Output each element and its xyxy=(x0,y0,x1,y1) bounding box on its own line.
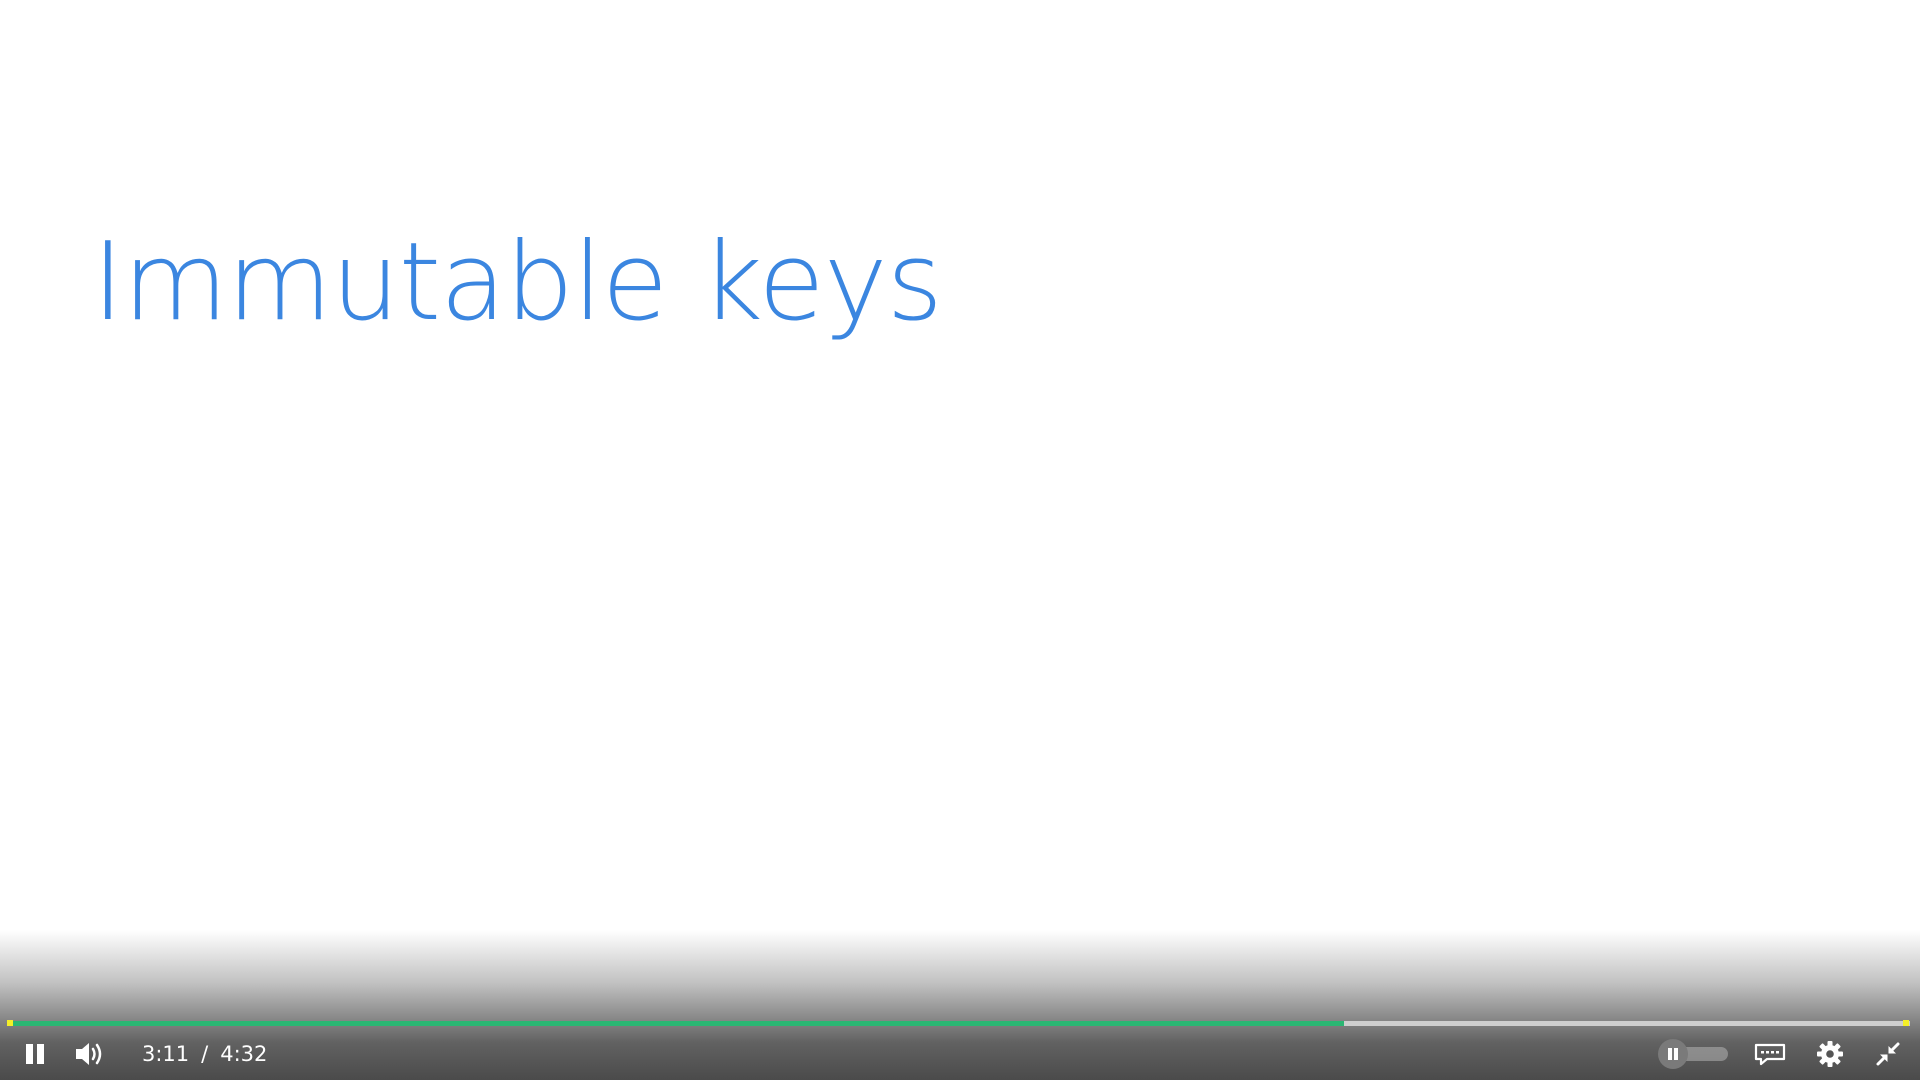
exit-fullscreen-icon xyxy=(1876,1042,1900,1066)
exit-fullscreen-button[interactable] xyxy=(1868,1032,1908,1076)
video-frame[interactable]: Immutable keys xyxy=(0,0,1920,1080)
settings-button[interactable] xyxy=(1810,1032,1850,1076)
control-bar: 3:11 / 4:32 xyxy=(0,1032,1920,1076)
current-time: 3:11 xyxy=(142,1042,190,1066)
progress-fill xyxy=(10,1021,1344,1026)
pause-icon xyxy=(1668,1048,1678,1060)
time-separator: / xyxy=(201,1042,209,1066)
captions-button[interactable] xyxy=(1750,1032,1790,1076)
progress-bar[interactable] xyxy=(10,1021,1910,1026)
duration: 4:32 xyxy=(220,1042,268,1066)
volume-button[interactable] xyxy=(70,1032,110,1076)
captions-icon xyxy=(1754,1043,1786,1066)
pause-icon xyxy=(26,1044,44,1064)
progress-end-marker xyxy=(1903,1020,1909,1026)
play-pause-button[interactable] xyxy=(16,1032,54,1076)
gear-icon xyxy=(1817,1041,1843,1067)
slide-title: Immutable keys xyxy=(92,220,943,345)
autoplay-toggle-knob xyxy=(1658,1039,1688,1069)
video-player[interactable]: Immutable keys 3:11 / 4:32 xyxy=(0,0,1920,1080)
time-display: 3:11 / 4:32 xyxy=(142,1032,267,1076)
volume-icon xyxy=(76,1043,102,1065)
progress-start-marker xyxy=(7,1020,13,1026)
autoplay-toggle[interactable] xyxy=(1658,1032,1730,1076)
